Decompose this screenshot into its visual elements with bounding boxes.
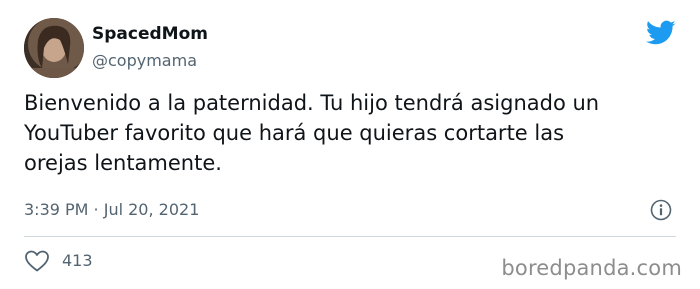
author-handle[interactable]: @copymama <box>92 51 197 71</box>
tweet-text: Bienvenido a la paternidad. Tu hijo tend… <box>24 91 600 175</box>
avatar-photo <box>24 18 84 78</box>
likes-count: 413 <box>62 251 93 270</box>
like-button[interactable]: 413 <box>24 249 93 273</box>
info-icon[interactable] <box>650 199 672 221</box>
heart-icon[interactable] <box>24 249 50 273</box>
watermark: boredpanda.com <box>501 256 682 280</box>
twitter-bird-icon[interactable] <box>646 20 676 46</box>
avatar[interactable] <box>24 18 84 78</box>
author-display-name[interactable]: SpacedMom <box>92 24 208 44</box>
divider <box>24 236 676 237</box>
tweet-timestamp[interactable]: 3:39 PM · Jul 20, 2021 <box>24 200 199 220</box>
